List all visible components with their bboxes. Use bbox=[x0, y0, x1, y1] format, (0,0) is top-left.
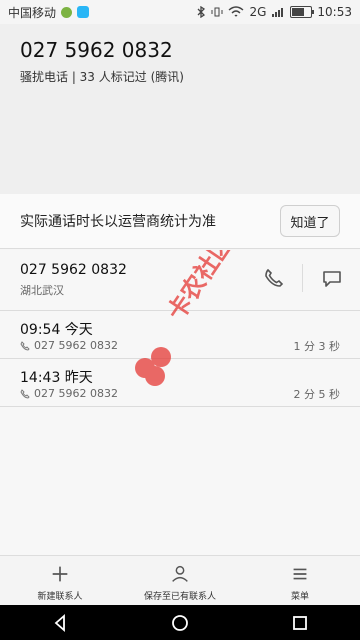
signal-icon bbox=[272, 8, 284, 17]
menu-button[interactable]: 菜单 bbox=[240, 556, 360, 606]
contact-location: 湖北武汉 bbox=[20, 284, 64, 297]
call-details: 027 5962 0832 湖北武汉 09:54 今天 027 5962 083… bbox=[0, 250, 360, 555]
save-existing-contact-button[interactable]: 保存至已有联系人 bbox=[120, 556, 240, 606]
save-existing-contact-label: 保存至已有联系人 bbox=[143, 591, 216, 602]
contact-row: 027 5962 0832 湖北武汉 bbox=[0, 250, 360, 311]
app-notification-icon bbox=[77, 6, 90, 18]
menu-label: 菜单 bbox=[290, 591, 309, 602]
caller-number: 027 5962 0832 bbox=[20, 38, 173, 62]
plus-icon bbox=[52, 566, 68, 581]
battery-level bbox=[292, 8, 305, 16]
call-number: 027 5962 0832 bbox=[34, 339, 118, 352]
back-button-icon[interactable] bbox=[48, 611, 72, 635]
call-row: 14:43 昨天 027 5962 0832 2 分 5 秒 bbox=[0, 358, 360, 407]
got-it-button[interactable]: 知道了 bbox=[280, 205, 340, 237]
call-number-line: 027 5962 0832 bbox=[20, 339, 118, 352]
wifi-icon bbox=[229, 6, 244, 17]
new-contact-button[interactable]: 新建联系人 bbox=[0, 556, 120, 606]
carrier-label: 中国移动 bbox=[8, 5, 57, 20]
recent-apps-button-icon[interactable] bbox=[288, 611, 312, 635]
vibrate-icon bbox=[211, 7, 223, 17]
battery-icon bbox=[290, 6, 315, 18]
notification-dot-icon bbox=[61, 6, 73, 18]
new-contact-label: 新建联系人 bbox=[37, 591, 83, 602]
home-button-icon[interactable] bbox=[168, 611, 192, 635]
action-divider bbox=[302, 264, 303, 292]
phone-icon[interactable] bbox=[262, 266, 286, 290]
call-time: 09:54 今天 bbox=[20, 322, 93, 338]
status-bar: 中国移动 2G 10:53 bbox=[0, 0, 360, 24]
call-number-line: 027 5962 0832 bbox=[20, 387, 118, 400]
notice-text: 实际通话时长以运营商统计为准 bbox=[20, 214, 216, 230]
call-number: 027 5962 0832 bbox=[34, 387, 118, 400]
call-row: 09:54 今天 027 5962 0832 1 分 3 秒 bbox=[0, 310, 360, 359]
call-duration: 2 分 5 秒 bbox=[293, 388, 341, 401]
caller-header: 027 5962 0832 骚扰电话 | 33 人标记过 (腾讯) bbox=[0, 24, 360, 194]
call-log-phone-icon bbox=[20, 340, 30, 350]
caller-tag: 骚扰电话 | 33 人标记过 (腾讯) bbox=[20, 70, 184, 84]
call-log-phone-icon bbox=[20, 388, 30, 398]
network-label: 2G bbox=[249, 5, 267, 19]
system-navigation-bar bbox=[0, 605, 360, 640]
bottom-action-bar: 新建联系人 保存至已有联系人 菜单 bbox=[0, 555, 360, 606]
message-icon[interactable] bbox=[320, 266, 344, 290]
status-time: 10:53 bbox=[317, 5, 352, 19]
person-icon bbox=[172, 565, 188, 582]
bluetooth-icon bbox=[198, 6, 206, 18]
duration-notice: 实际通话时长以运营商统计为准 知道了 bbox=[0, 194, 360, 249]
menu-icon bbox=[293, 568, 307, 579]
call-duration: 1 分 3 秒 bbox=[293, 340, 341, 353]
status-left: 中国移动 bbox=[8, 4, 90, 21]
status-right: 2G 10:53 bbox=[196, 5, 352, 19]
call-time: 14:43 昨天 bbox=[20, 370, 93, 386]
contact-number: 027 5962 0832 bbox=[20, 262, 127, 278]
